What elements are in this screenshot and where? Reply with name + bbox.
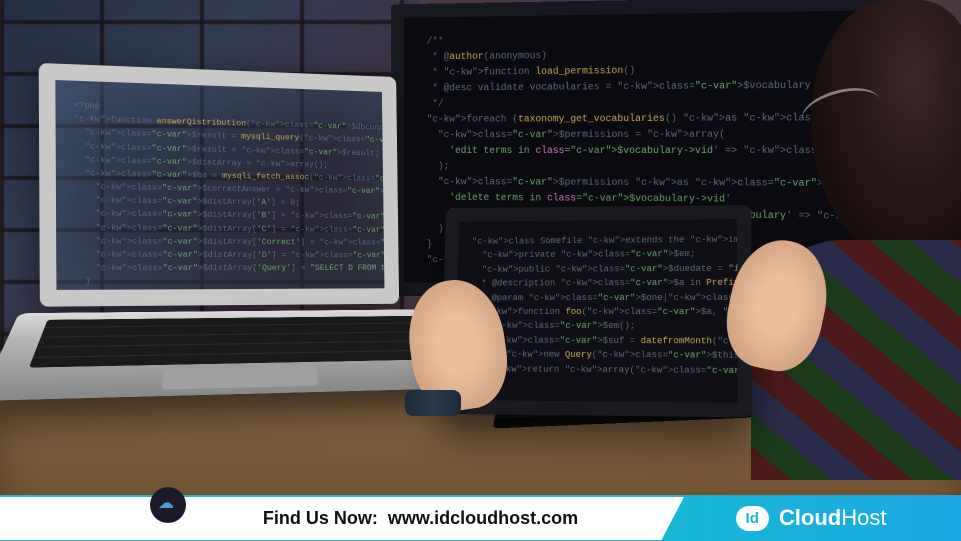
banner-left: Find Us Now: www.idcloudhost.com (0, 495, 685, 541)
laptop: <?php"c-kw">function answerQistribution(… (39, 63, 437, 469)
find-us-label: Find Us Now: (263, 508, 378, 529)
photo-scene: /** * @author(anonymous) * "c-kw">functi… (0, 0, 961, 541)
laptop-base (0, 309, 478, 401)
website-url[interactable]: www.idcloudhost.com (388, 508, 578, 529)
brand-name: CloudHost (779, 505, 887, 531)
promo-banner: Find Us Now: www.idcloudhost.com Id Clou… (0, 495, 961, 541)
logo-badge: Id (736, 506, 769, 531)
wrist-watch (405, 390, 461, 416)
laptop-screen: <?php"c-kw">function answerQistribution(… (39, 63, 399, 307)
banner-brand[interactable]: Id CloudHost (661, 495, 961, 541)
laptop-trackpad (162, 365, 319, 389)
laptop-keyboard (29, 316, 436, 368)
person-developer (721, 0, 961, 480)
